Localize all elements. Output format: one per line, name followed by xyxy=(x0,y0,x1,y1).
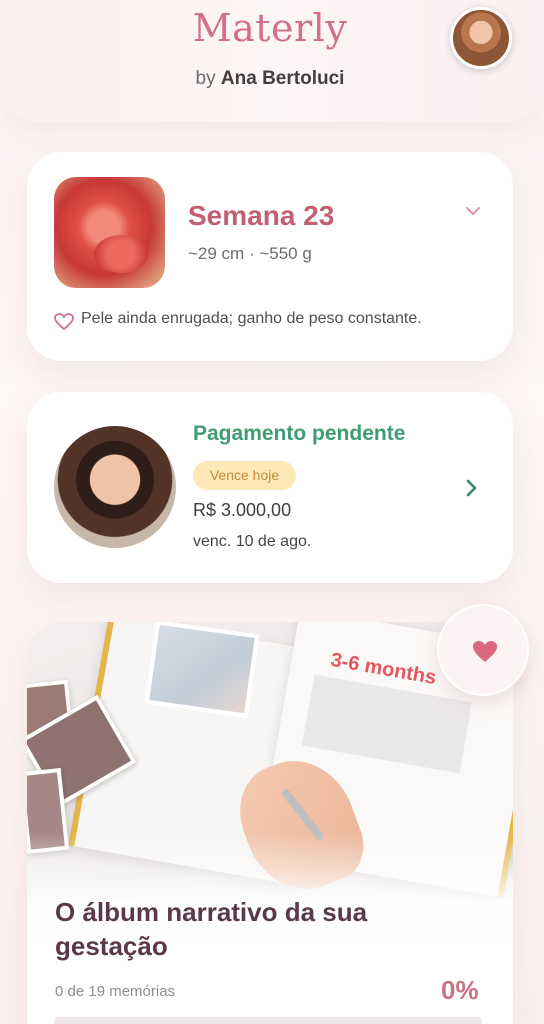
profile-avatar[interactable] xyxy=(450,7,512,69)
album-percent: 0% xyxy=(441,975,479,1005)
memories-count: 0 de 19 memórias xyxy=(55,983,176,1000)
heart-icon xyxy=(473,641,497,662)
album-progress-bar xyxy=(54,1017,482,1024)
payment-card[interactable]: Pagamento pendente Vence hoje R$ 3.000,0… xyxy=(27,392,513,583)
heart-outline-icon xyxy=(54,313,74,331)
by-prefix: by xyxy=(195,68,216,89)
author-name: Ana Bertoluci xyxy=(220,68,345,89)
baby-size: ~29 cm · ~550 g xyxy=(188,244,312,263)
professional-avatar xyxy=(54,426,176,548)
payment-status-title: Pagamento pendente xyxy=(193,422,406,445)
baby-photo xyxy=(144,622,260,718)
payment-due-date: venc. 10 de ago. xyxy=(193,533,312,550)
album-title: O álbum narrativo da sua gestação xyxy=(55,897,368,961)
week-note: Pele ainda enrugada; ganho de peso const… xyxy=(81,310,422,327)
author-byline: by Ana Bertoluci xyxy=(0,68,540,90)
due-badge: Vence hoje xyxy=(193,461,296,490)
pregnancy-week-card[interactable]: Semana 23 ~29 cm · ~550 g Pele ainda enr… xyxy=(27,152,513,361)
chevron-right-icon[interactable] xyxy=(463,478,481,498)
payment-amount: R$ 3.000,00 xyxy=(193,500,292,520)
chevron-down-icon[interactable] xyxy=(464,202,482,220)
album-card[interactable]: 3-6 months O álbum narrativo da sua gest… xyxy=(27,622,513,1024)
week-title: Semana 23 xyxy=(188,200,335,231)
header: Materly by Ana Bertoluci xyxy=(0,0,544,122)
embryo-image xyxy=(54,177,165,288)
favorite-button[interactable] xyxy=(437,604,529,696)
